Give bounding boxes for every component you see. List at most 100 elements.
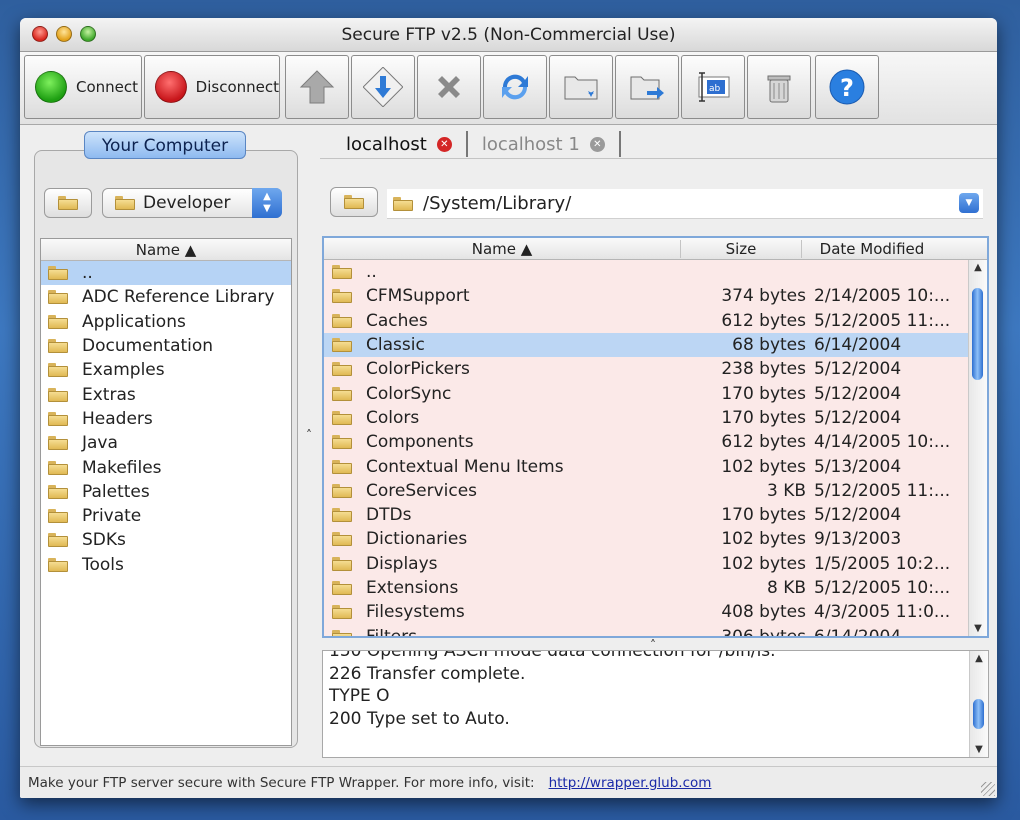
file-size: 170 bytes xyxy=(721,505,806,526)
remote-path: /System/Library/ xyxy=(423,193,572,214)
file-name: Displays xyxy=(366,553,438,574)
svg-text:?: ? xyxy=(840,74,854,102)
table-row[interactable]: CFMSupport 374 bytes 2/14/2005 10:... xyxy=(324,284,987,309)
file-date: 5/13/2004 xyxy=(814,456,902,477)
resize-grip[interactable] xyxy=(981,782,995,796)
file-size: 170 bytes xyxy=(721,407,806,428)
list-item-label: Makefiles xyxy=(82,457,162,478)
column-date-modified[interactable]: Date Modified xyxy=(802,240,942,258)
cell-name: Displays xyxy=(324,554,678,574)
list-item[interactable]: .. xyxy=(41,261,291,286)
chevron-down-icon[interactable]: ▼ xyxy=(959,193,979,213)
list-item[interactable]: Private xyxy=(41,504,291,528)
wrapper-link[interactable]: http://wrapper.glub.com xyxy=(549,775,712,791)
panel-splitter[interactable]: ˄ xyxy=(306,428,312,442)
local-column-name[interactable]: Name ▲ xyxy=(41,239,291,261)
table-row[interactable]: ColorSync 170 bytes 5/12/2004 xyxy=(324,381,987,406)
list-item[interactable]: ADC Reference Library xyxy=(41,285,291,309)
file-size: 3 KB xyxy=(766,480,806,501)
list-item[interactable]: SDKs xyxy=(41,528,291,552)
scroll-down-icon[interactable]: ▼ xyxy=(969,623,987,634)
remote-file-list[interactable]: Name ▲ Size Date Modified .. CFMSupport 37… xyxy=(322,236,989,638)
folder-icon xyxy=(332,386,352,401)
scroll-up-icon[interactable]: ▲ xyxy=(970,653,988,664)
tab-divider xyxy=(320,158,997,159)
column-size[interactable]: Size xyxy=(681,239,802,258)
table-row[interactable]: Caches 612 bytes 5/12/2005 11:... xyxy=(324,308,987,333)
scroll-up-icon[interactable]: ▲ xyxy=(969,262,987,273)
log-scrollbar[interactable]: ▲ ▼ xyxy=(969,651,988,757)
download-button[interactable] xyxy=(351,55,415,119)
list-item[interactable]: Java xyxy=(41,431,291,455)
tab-localhost[interactable]: localhost ✕ xyxy=(332,131,466,157)
table-row[interactable]: Dictionaries 102 bytes 9/13/2003 xyxy=(324,527,987,552)
file-name: Extensions xyxy=(366,578,459,598)
folder-icon xyxy=(393,196,413,211)
remote-scrollbar[interactable]: ▲ ▼ xyxy=(968,260,987,636)
folder-icon xyxy=(48,557,68,572)
scroll-thumb[interactable] xyxy=(973,699,984,729)
column-name[interactable]: Name ▲ xyxy=(324,239,681,258)
list-item[interactable]: Headers xyxy=(41,407,291,431)
cell-name: Colors xyxy=(324,408,678,428)
list-item[interactable]: Makefiles xyxy=(41,455,291,479)
list-item[interactable]: Examples xyxy=(41,358,291,382)
list-item[interactable]: Documentation xyxy=(41,334,291,358)
file-date: 5/12/2004 xyxy=(814,383,902,404)
folder-icon xyxy=(332,581,352,595)
new-folder-button[interactable] xyxy=(549,55,613,119)
refresh-button[interactable] xyxy=(483,55,547,119)
tab-localhost-1[interactable]: localhost 1 ✕ xyxy=(465,131,621,157)
table-row[interactable]: Components 612 bytes 4/14/2005 10:... xyxy=(324,430,987,455)
table-row[interactable]: Classic 68 bytes 6/14/2004 xyxy=(324,332,987,358)
file-date: 4/3/2005 11:0... xyxy=(814,602,951,623)
table-row[interactable]: DTDs 170 bytes 5/12/2004 xyxy=(324,502,987,528)
log-panel: 150 Opening ASCII mode data connection f… xyxy=(322,650,989,758)
close-tab-icon[interactable]: ✕ xyxy=(589,136,605,152)
table-row[interactable]: .. xyxy=(324,260,987,285)
cell-name: Filesystems xyxy=(324,602,678,622)
list-item-label: Palettes xyxy=(82,481,150,502)
list-item[interactable]: Tools xyxy=(41,553,291,577)
help-button[interactable]: ? xyxy=(815,55,879,119)
disconnect-button[interactable]: Disconnect xyxy=(144,55,280,119)
table-row[interactable]: Displays 102 bytes 1/5/2005 10:2... xyxy=(324,551,987,576)
table-row[interactable]: Extensions 8 KB 5/12/2005 10:... xyxy=(324,575,987,601)
connect-button[interactable]: Connect xyxy=(24,55,142,119)
file-size: 238 bytes xyxy=(721,359,806,380)
table-row[interactable]: Filesystems 408 bytes 4/3/2005 11:0... xyxy=(324,600,987,625)
scroll-down-icon[interactable]: ▼ xyxy=(970,744,988,755)
your-computer-button[interactable]: Your Computer xyxy=(84,131,246,159)
upload-button[interactable] xyxy=(285,55,349,119)
folder-icon xyxy=(48,484,68,499)
file-date: 5/12/2005 11:... xyxy=(814,310,951,331)
list-item-label: Extras xyxy=(82,384,136,405)
cell-name: CoreServices xyxy=(324,481,678,501)
list-item[interactable]: Palettes xyxy=(41,480,291,504)
delete-button[interactable] xyxy=(417,55,481,119)
trash-button[interactable] xyxy=(747,55,811,119)
folder-icon xyxy=(48,509,68,524)
list-item[interactable]: Applications xyxy=(41,310,291,334)
table-row[interactable]: Filters 306 bytes 6/14/2004 xyxy=(324,624,987,636)
table-row[interactable]: Contextual Menu Items 102 bytes 5/13/2004 xyxy=(324,454,987,479)
file-date: 6/14/2004 xyxy=(814,335,902,356)
remote-parent-dir-button[interactable] xyxy=(330,187,378,217)
remote-path-combo[interactable]: /System/Library/ ▼ xyxy=(387,189,983,219)
folder-icon xyxy=(332,629,352,636)
folder-icon xyxy=(332,362,352,377)
local-parent-dir-button[interactable] xyxy=(44,188,92,218)
table-row[interactable]: ColorPickers 238 bytes 5/12/2004 xyxy=(324,357,987,382)
move-button[interactable] xyxy=(615,55,679,119)
local-file-list[interactable]: Name ▲ .. ADC Reference Library Applicatio… xyxy=(40,238,292,746)
rename-button[interactable]: ab xyxy=(681,55,745,119)
local-dir-popup[interactable]: Developer ▲ ▼ xyxy=(102,188,282,218)
table-row[interactable]: Colors 170 bytes 5/12/2004 xyxy=(324,405,987,431)
chevron-updown-icon: ▲ ▼ xyxy=(252,188,282,218)
table-row[interactable]: CoreServices 3 KB 5/12/2005 11:... xyxy=(324,478,987,503)
scroll-thumb[interactable] xyxy=(972,288,983,380)
folder-icon xyxy=(332,313,352,328)
list-item[interactable]: Extras xyxy=(41,382,291,406)
close-tab-icon[interactable]: ✕ xyxy=(436,136,452,152)
folder-icon xyxy=(332,508,352,523)
